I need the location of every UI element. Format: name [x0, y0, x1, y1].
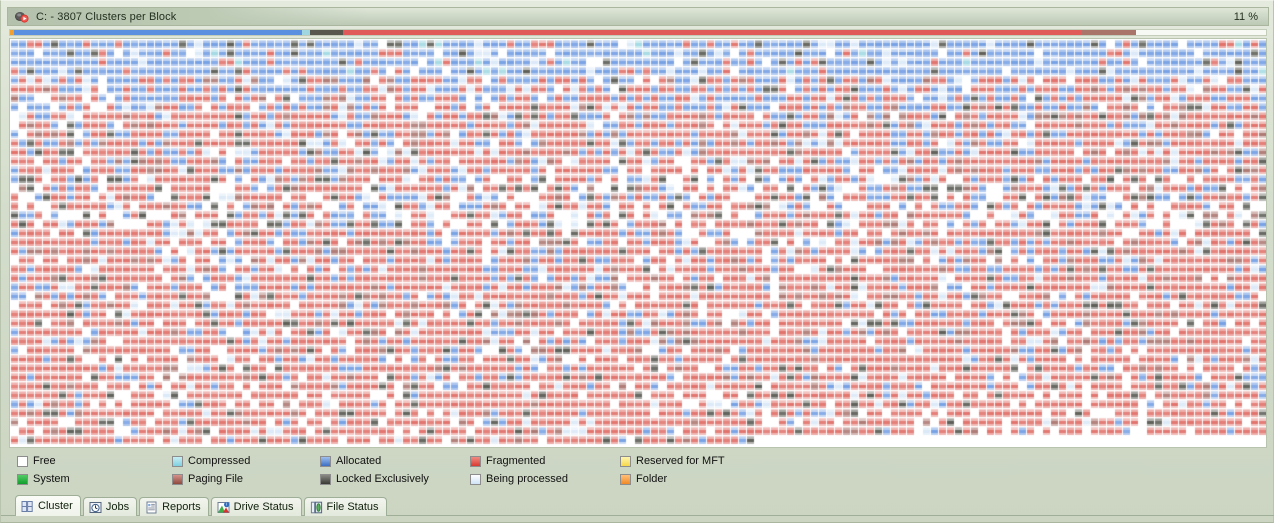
strip-segment-fragmented: [343, 30, 1081, 35]
tab-jobs[interactable]: Jobs: [82, 497, 138, 516]
legend-label: Compressed: [188, 455, 251, 467]
defrag-window: C: - 3807 Clusters per Block 11 % Free Sy…: [0, 0, 1274, 523]
legend-label: Paging File: [188, 473, 244, 485]
tab-cluster[interactable]: Cluster: [15, 495, 81, 516]
legend-item: Free: [17, 453, 70, 470]
strip-segment-allocated: [14, 30, 302, 35]
legend-label: Folder: [636, 473, 668, 485]
legend-column: Compressed Paging File: [172, 453, 250, 489]
disk-usage-strip: [9, 29, 1267, 36]
file-status-icon: [310, 501, 323, 514]
legend-item: Paging File: [172, 471, 250, 488]
legend-swatch-icon: [172, 456, 183, 467]
legend-column: Reserved for MFT Folder: [620, 453, 725, 489]
legend-column: Free System: [17, 453, 70, 489]
legend-item: Fragmented: [470, 453, 568, 470]
tab-file-status[interactable]: File Status: [303, 497, 387, 516]
strip-segment-locked: [310, 30, 343, 35]
tab-label: Jobs: [105, 501, 130, 513]
legend-item: Allocated: [320, 453, 429, 470]
tab-label: File Status: [326, 501, 379, 513]
legend-label: Locked Exclusively: [336, 473, 429, 485]
tab-label: Reports: [162, 501, 201, 513]
map-percent-label: 11 %: [1233, 11, 1258, 23]
map-title-bar: C: - 3807 Clusters per Block 11 %: [7, 7, 1269, 26]
legend-swatch-icon: [620, 474, 631, 485]
strip-segment-compressed: [302, 30, 310, 35]
legend-item: Reserved for MFT: [620, 453, 725, 470]
legend-label: System: [33, 473, 70, 485]
map-title-text: C: - 3807 Clusters per Block: [36, 10, 177, 23]
jobs-clock-icon: [89, 501, 102, 514]
tab-label: Drive Status: [233, 501, 294, 513]
legend-item: Compressed: [172, 453, 250, 470]
legend-item: Being processed: [470, 471, 568, 488]
tab-reports[interactable]: Reports: [139, 497, 209, 516]
strip-segment-paging-file: [1081, 30, 1136, 35]
cluster-map-panel[interactable]: [9, 38, 1267, 448]
legend-item: System: [17, 471, 70, 488]
drive-status-icon: i: [217, 501, 230, 514]
strip-segment-free: [1136, 30, 1266, 35]
legend-swatch-icon: [620, 456, 631, 467]
legend-swatch-icon: [17, 456, 28, 467]
legend-label: Being processed: [486, 473, 568, 485]
tab-drive-status[interactable]: i Drive Status: [210, 497, 302, 516]
legend-swatch-icon: [320, 474, 331, 485]
legend-label: Free: [33, 455, 56, 467]
reports-document-icon: [145, 501, 158, 514]
legend-swatch-icon: [320, 456, 331, 467]
legend-swatch-icon: [470, 456, 481, 467]
legend-item: Locked Exclusively: [320, 471, 429, 488]
legend-label: Reserved for MFT: [636, 455, 725, 467]
tab-label: Cluster: [38, 500, 73, 512]
svg-text:i: i: [226, 501, 227, 506]
disc-play-icon: [14, 10, 30, 24]
legend-swatch-icon: [172, 474, 183, 485]
cluster-map-legend: Free System Compressed Paging File Allocated…: [9, 453, 1267, 491]
legend-item: Folder: [620, 471, 725, 488]
legend-swatch-icon: [470, 474, 481, 485]
legend-column: Allocated Locked Exclusively: [320, 453, 429, 489]
bottom-tab-strip: Cluster Jobs Reports i Drive Status File Stat…: [1, 492, 1274, 522]
legend-column: Fragmented Being processed: [470, 453, 568, 489]
cluster-icon: [21, 500, 34, 513]
legend-label: Allocated: [336, 455, 382, 467]
cluster-map-canvas[interactable]: [10, 39, 1266, 447]
legend-swatch-icon: [17, 474, 28, 485]
legend-label: Fragmented: [486, 455, 546, 467]
